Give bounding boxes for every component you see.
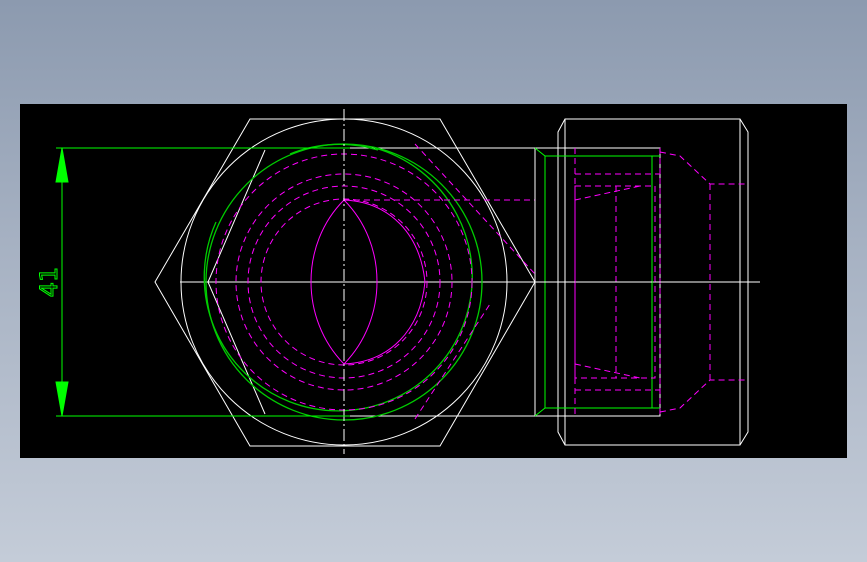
hidden-line-diag-2 [414,303,491,420]
cad-viewport[interactable]: 41 [20,104,847,458]
dimension-arrow-bottom [55,381,69,417]
cad-drawing: 41 [35,109,760,454]
hidden-line-diag-1 [414,143,536,275]
dimension-arrow-top [55,147,69,183]
thread-arc [203,147,473,412]
hidden-mid-top [574,185,641,201]
hidden-taper-bottom [659,379,748,413]
stub-chamfer-bottom [534,407,546,417]
hidden-mid-bottom [574,363,641,379]
dimension-value-text: 41 [35,267,63,298]
stub-chamfer-top [534,147,546,157]
hidden-taper-top [659,151,748,185]
